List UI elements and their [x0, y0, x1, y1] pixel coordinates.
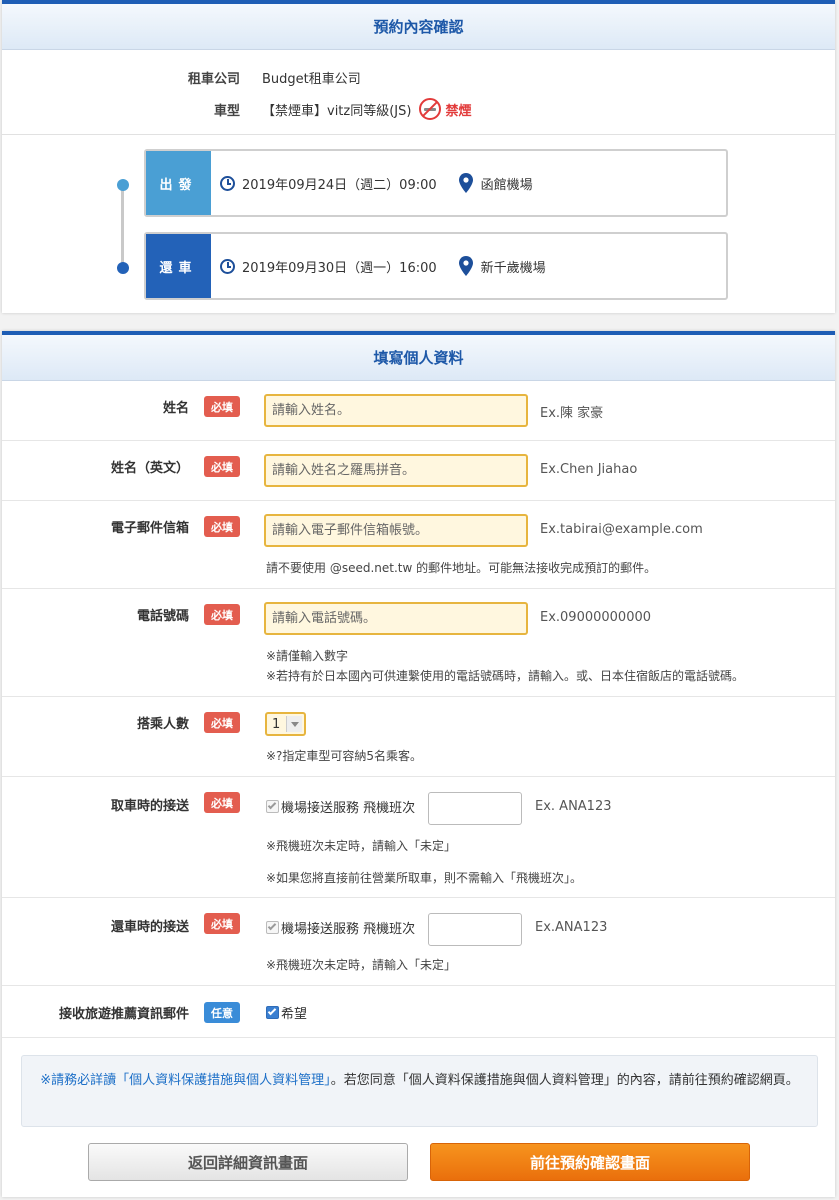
proceed-button[interactable]: 前往預約確認畫面 — [430, 1143, 750, 1181]
return-datetime: 2019年09月30日（週一）16:00 — [242, 260, 437, 276]
rental-company-row: 租車公司 Budget租車公司 — [174, 68, 361, 87]
form-title: 填寫個人資料 — [2, 335, 835, 381]
departure-datetime: 2019年09月24日（週二）09:00 — [242, 177, 437, 193]
phone-label: 電話號碼 — [136, 609, 189, 624]
passengers-label: 搭乘人數 — [136, 717, 189, 732]
location-pin-icon — [458, 256, 473, 276]
passengers-row: 搭乘人數 必填 1 ※?指定車型可容納5名乘客。 — [2, 697, 835, 777]
timeline-line — [121, 186, 124, 270]
pickup-flight-input[interactable] — [428, 792, 522, 825]
privacy-notice-text: 。若您同意「個人資料保護措施與個人資料管理」的內容，請前往預約確認網頁。 — [330, 1073, 799, 1088]
rental-company-value: Budget租車公司 — [262, 72, 361, 87]
name-en-input[interactable] — [264, 454, 528, 487]
no-smoking-icon — [419, 98, 442, 120]
dropoff-example: Ex.ANA123 — [535, 920, 608, 935]
dropoff-service-label: 機場接送服務 飛機班次 — [281, 922, 416, 937]
required-badge: 必填 — [204, 712, 240, 733]
return-tag: 還車 — [146, 234, 211, 298]
passengers-note: ※?指定車型可容納5名乘客。 — [266, 749, 423, 763]
dropoff-note-undecided: ※飛機班次未定時，請輸入「未定」 — [266, 958, 457, 972]
dropoff-flight-input[interactable] — [428, 913, 522, 946]
departure-box: 出發 2019年09月24日（週二）09:00 函館機場 — [144, 149, 728, 217]
newsletter-checkbox[interactable]: 希望 — [266, 1003, 307, 1022]
privacy-policy-link[interactable]: ※請務必詳讀「個人資料保護措施與個人資料管理」 — [40, 1073, 330, 1088]
dropoff-service-checkbox[interactable]: 機場接送服務 飛機班次 — [266, 918, 415, 937]
car-type-value: 【禁煙車】vitz同等級(JS) — [262, 103, 412, 119]
name-row: 姓名 必填 Ex.陳 家豪 — [2, 381, 835, 441]
location-pin-icon — [458, 173, 473, 193]
email-example: Ex.tabirai@example.com — [540, 522, 703, 537]
departure-place: 函館機場 — [480, 177, 533, 193]
passengers-value: 1 — [272, 716, 281, 732]
name-example: Ex.陳 家豪 — [540, 406, 604, 421]
pickup-note-undecided: ※飛機班次未定時，請輸入「未定」 — [266, 839, 457, 853]
email-input[interactable] — [264, 514, 528, 547]
car-type-row: 車型 【禁煙車】vitz同等級(JS) 禁煙 — [174, 98, 471, 120]
phone-note-japan: ※若持有於日本國內可供連繫使用的電話號碼時，請輸入。或、日本住宿飯店的電話號碼。 — [266, 669, 745, 683]
reservation-summary-panel: 預約內容確認 租車公司 Budget租車公司 車型 【禁煙車】vitz同等級(J… — [2, 0, 835, 313]
privacy-notice: ※請務必詳讀「個人資料保護措施與個人資料管理」。若您同意「個人資料保護措施與個人… — [21, 1055, 818, 1127]
required-badge: 必填 — [204, 396, 240, 417]
back-button[interactable]: 返回詳細資訊畫面 — [88, 1143, 408, 1181]
no-smoking-label: 禁煙 — [445, 103, 472, 119]
pickup-example: Ex. ANA123 — [535, 799, 612, 814]
return-dot — [117, 262, 129, 274]
newsletter-option-label: 希望 — [281, 1007, 308, 1022]
summary-divider — [2, 134, 835, 135]
clock-icon — [220, 175, 235, 191]
dropoff-row: 還車時的接送 必填 機場接送服務 飛機班次 Ex.ANA123 ※飛機班次未定時… — [2, 898, 835, 986]
return-place: 新千歲機場 — [480, 260, 546, 276]
pickup-label: 取車時的接送 — [110, 799, 189, 814]
newsletter-label: 接收旅遊推薦資訊郵件 — [58, 1007, 189, 1022]
passengers-select[interactable]: 1 — [265, 712, 306, 736]
pickup-service-checkbox[interactable]: 機場接送服務 飛機班次 — [266, 797, 415, 816]
chevron-down-icon — [286, 716, 302, 732]
name-en-row: 姓名（英文） 必填 Ex.Chen Jiahao — [2, 441, 835, 501]
checkbox-icon — [266, 921, 279, 934]
name-en-label: 姓名（英文） — [110, 461, 189, 476]
name-label: 姓名 — [162, 401, 189, 416]
required-badge: 必填 — [204, 604, 240, 625]
pickup-row: 取車時的接送 必填 機場接送服務 飛機班次 Ex. ANA123 ※飛機班次未定… — [2, 777, 835, 898]
car-type-value-wrap: 【禁煙車】vitz同等級(JS) 禁煙 — [262, 98, 471, 120]
return-box: 還車 2019年09月30日（週一）16:00 新千歲機場 — [144, 232, 728, 300]
required-badge: 必填 — [204, 456, 240, 477]
checkbox-icon — [266, 800, 279, 813]
summary-title: 預約內容確認 — [2, 4, 835, 50]
departure-tag: 出發 — [146, 151, 211, 215]
pickup-note-direct: ※如果您將直接前往營業所取車，則不需輸入「飛機班次」。 — [266, 871, 583, 885]
dropoff-label: 還車時的接送 — [110, 920, 189, 935]
departure-dot — [117, 179, 129, 191]
rental-company-label: 租車公司 — [187, 72, 240, 87]
required-badge: 必填 — [204, 792, 240, 813]
email-row: 電子郵件信箱 必填 Ex.tabirai@example.com 請不要使用 @… — [2, 501, 835, 589]
clock-icon — [220, 258, 235, 274]
pickup-service-label: 機場接送服務 飛機班次 — [281, 801, 416, 816]
email-note: 請不要使用 @seed.net.tw 的郵件地址。可能無法接收完成預訂的郵件。 — [266, 561, 657, 575]
name-input[interactable] — [264, 394, 528, 427]
required-badge: 必填 — [204, 913, 240, 934]
personal-info-panel: 填寫個人資料 姓名 必填 Ex.陳 家豪 姓名（英文） 必填 Ex.Chen J… — [2, 331, 835, 1197]
checkbox-checked-icon — [266, 1006, 279, 1019]
email-label: 電子郵件信箱 — [110, 521, 189, 536]
phone-example: Ex.09000000000 — [540, 610, 652, 625]
required-badge: 必填 — [204, 516, 240, 537]
optional-badge: 任意 — [204, 1002, 240, 1023]
phone-row: 電話號碼 必填 Ex.09000000000 ※請僅輸入數字 ※若持有於日本國內… — [2, 589, 835, 697]
phone-note-digits: ※請僅輸入數字 — [266, 649, 349, 663]
phone-input[interactable] — [264, 602, 528, 635]
name-en-example: Ex.Chen Jiahao — [540, 462, 638, 477]
car-type-label: 車型 — [213, 103, 240, 119]
newsletter-row: 接收旅遊推薦資訊郵件 任意 希望 — [2, 986, 835, 1038]
